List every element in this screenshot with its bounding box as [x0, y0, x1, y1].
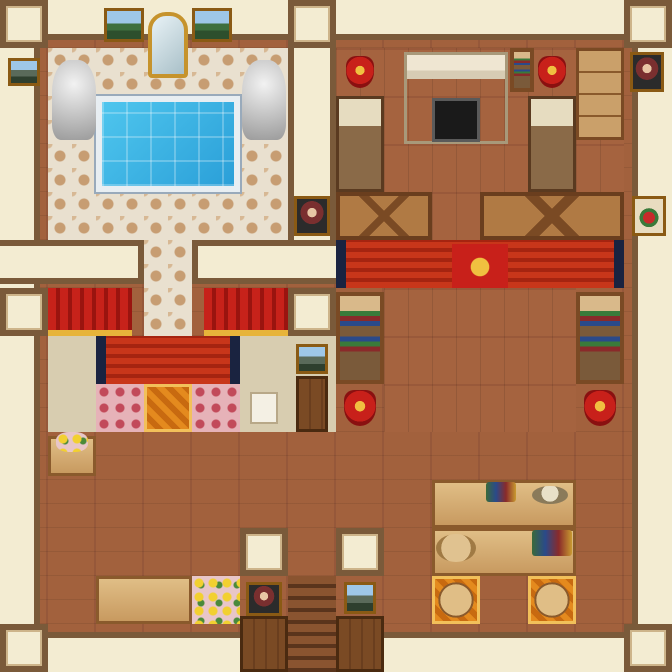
bath-divider-right [192, 240, 336, 284]
orange-rug [144, 384, 192, 432]
wall-top-b [336, 0, 624, 40]
round-table [436, 580, 476, 620]
pillar-bottom-left [240, 528, 288, 576]
curtain-right [204, 288, 288, 336]
sack-icon[interactable] [436, 534, 476, 562]
pillar-bottom-right [336, 528, 384, 576]
mirror-icon [148, 12, 188, 78]
curtain-left [48, 288, 132, 336]
bookshelf-icon [576, 292, 624, 384]
bath-pool [96, 96, 240, 192]
crest-icon [584, 390, 616, 426]
painting-icon [296, 344, 328, 374]
wall-top-left [0, 0, 48, 48]
wall-right [632, 48, 672, 624]
pink-rug-left [96, 384, 144, 432]
pink-rug-right [192, 384, 240, 432]
bed-icon[interactable] [528, 96, 576, 192]
crest-icon [344, 390, 376, 426]
bath-tile-corridor [144, 240, 192, 336]
entry-carpet [96, 336, 240, 384]
painting-icon [8, 58, 40, 86]
wall-bottom-a [48, 632, 240, 672]
door-icon[interactable] [336, 616, 384, 672]
wall-bottom-b [384, 632, 624, 672]
bookshelf-icon [336, 292, 384, 384]
crate-icon [336, 192, 432, 240]
portrait-icon [294, 196, 330, 236]
bath-divider-left [0, 240, 144, 284]
potion-icon[interactable] [486, 482, 516, 502]
statue-icon [52, 60, 96, 140]
bench-table [96, 576, 192, 624]
wall-bottom-right [624, 624, 672, 672]
flower-pot-icon [192, 576, 240, 624]
fireplace-opening [432, 98, 480, 142]
portrait-icon [630, 52, 664, 92]
entry-wall-band [48, 336, 96, 432]
game-map [0, 0, 672, 672]
painting-icon [104, 8, 144, 42]
statue-icon [242, 60, 286, 140]
pillar-mid [288, 288, 336, 336]
door-icon[interactable] [296, 376, 328, 432]
dresser-icon [576, 48, 624, 140]
study-floor [384, 288, 576, 432]
painting-icon [632, 196, 666, 236]
wall-left-lower [0, 336, 40, 624]
bookshelf-icon [510, 48, 534, 92]
crate-icon [480, 192, 624, 240]
potion-icon[interactable] [532, 486, 568, 504]
bed-icon[interactable] [336, 96, 384, 192]
wall-top-pillar [288, 0, 336, 48]
crest-icon [538, 56, 566, 88]
painting-icon [192, 8, 232, 42]
stairs-icon[interactable] [288, 576, 336, 672]
flower-pot-icon [56, 432, 88, 452]
painting-icon [344, 582, 376, 614]
crest-icon [346, 56, 374, 88]
round-table [532, 580, 572, 620]
notice-icon[interactable] [250, 392, 278, 424]
wall-left-pillar [0, 288, 48, 336]
door-icon[interactable] [240, 616, 288, 672]
portrait-icon [246, 582, 282, 616]
wine-bottle-icon[interactable] [532, 530, 572, 556]
wall-bottom-left [0, 624, 48, 672]
wall-top-right [624, 0, 672, 48]
